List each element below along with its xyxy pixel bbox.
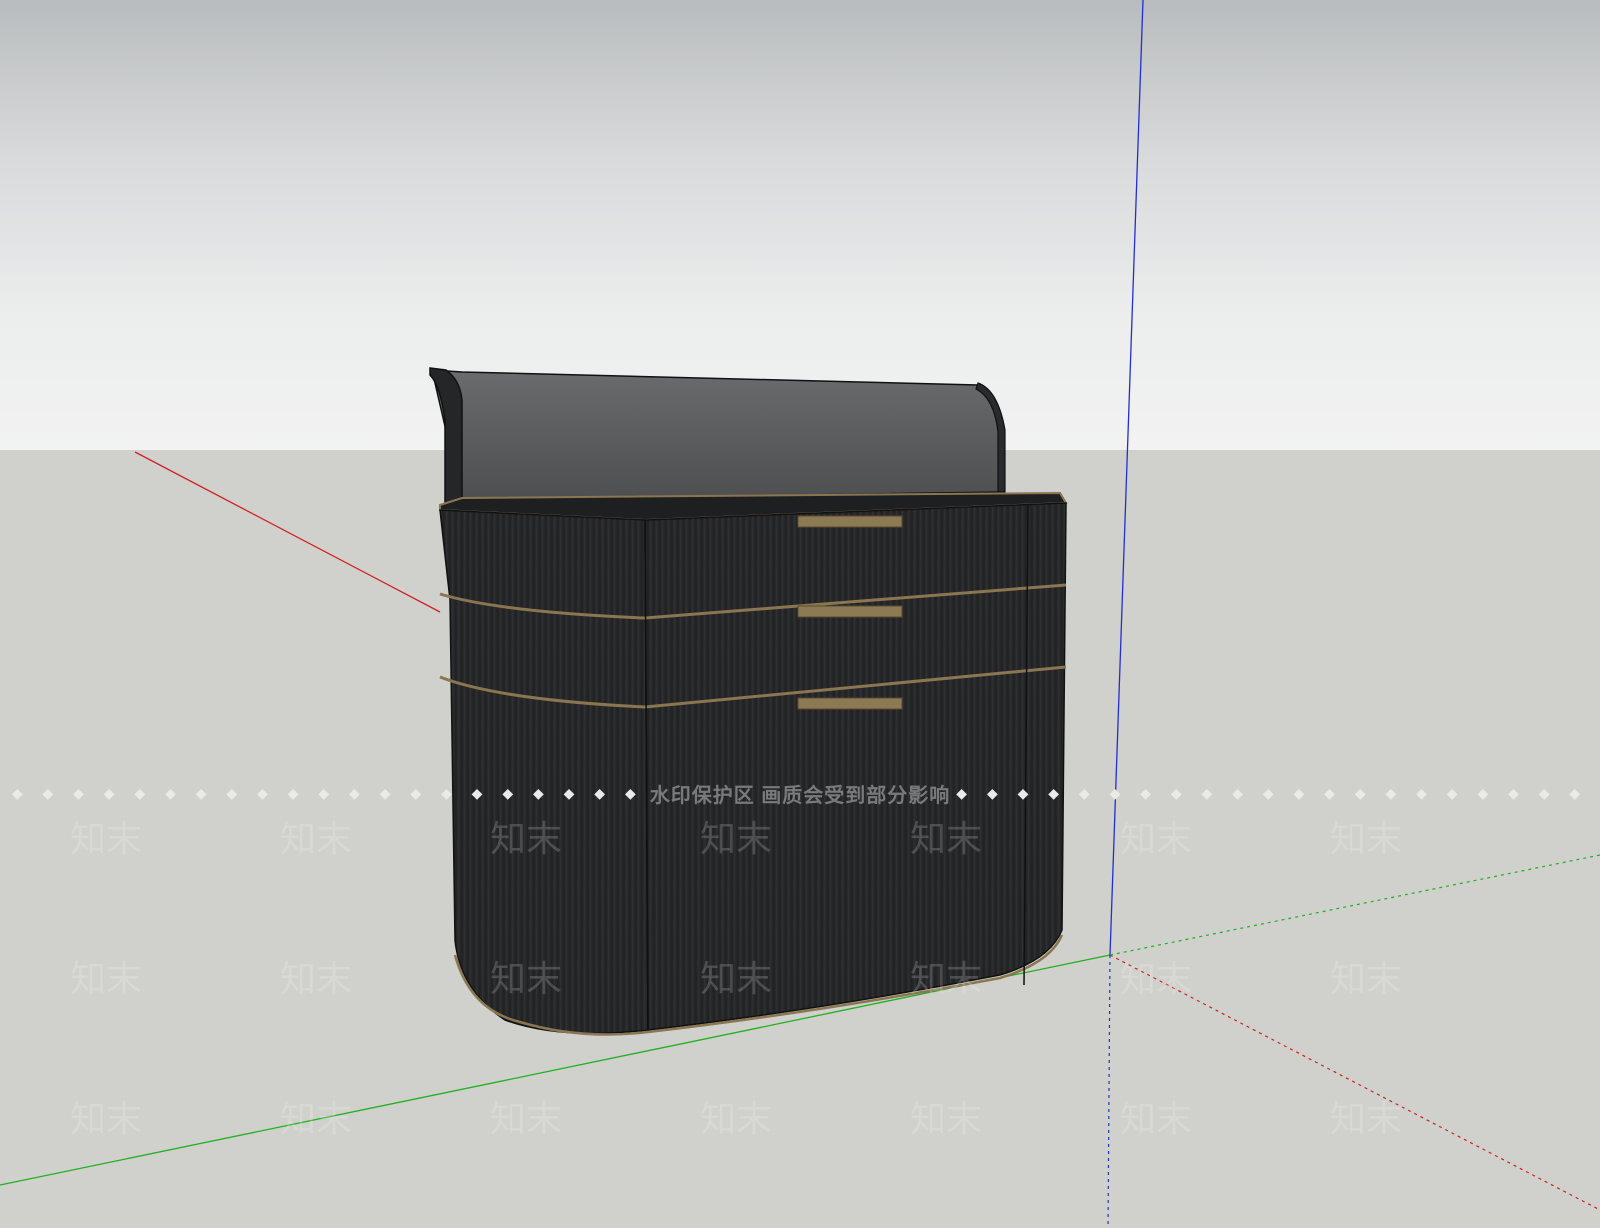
drawer-handle-middle[interactable] [797,605,903,618]
green-axis-dashed-line [1109,854,1600,956]
cabinet-side-panel [439,509,649,1035]
cabinet-front-panel [644,502,1067,1031]
drawer-handle-top[interactable] [797,515,903,528]
glass-backsplash [431,369,1004,501]
blue-axis-line [1109,0,1144,956]
backsplash-left-post [429,367,463,507]
blue-axis-dashed-line [1107,954,1111,1228]
red-axis-line [134,451,441,613]
sketchup-viewport[interactable]: 知末 知末 知末 知末 知末 知末 知末 知末 知末 知末 知末 知末 知末 知… [0,0,1600,1228]
scene-canvas[interactable] [0,0,1600,1228]
dresser-model[interactable] [429,367,1068,1036]
red-axis-dashed-line [1109,954,1600,1211]
drawer-handle-bottom[interactable] [797,697,903,710]
